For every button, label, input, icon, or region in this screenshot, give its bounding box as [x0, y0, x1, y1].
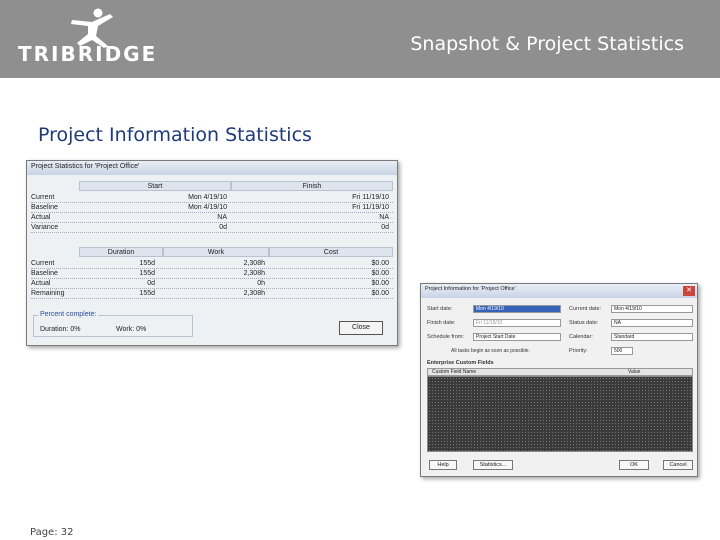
- percent-complete-group: Percent complete: Duration: 0% Work: 0%: [33, 311, 193, 337]
- priority-stepper[interactable]: 500: [611, 347, 633, 355]
- work-value: 0h: [257, 280, 265, 287]
- finish-column-header: Finish: [231, 181, 393, 191]
- totals-table: Current 155d 2,308h $0.00 Baseline 155d …: [31, 259, 393, 299]
- ok-button[interactable]: OK: [619, 460, 649, 470]
- schedule-note: All tasks begin as soon as possible.: [451, 348, 530, 354]
- start-column-header: Start: [79, 181, 231, 191]
- statistics-button[interactable]: Statistics...: [473, 460, 513, 470]
- row-label: Baseline: [31, 270, 58, 277]
- row-label: Current: [31, 260, 55, 267]
- header-band: TRIBRIDGE Snapshot & Project Statistics: [0, 0, 720, 78]
- finish-date-field[interactable]: Fri 11/19/10: [473, 319, 561, 327]
- start-date-field[interactable]: Mon 4/19/10: [473, 305, 561, 313]
- row-label: Baseline: [31, 204, 58, 211]
- current-date-field[interactable]: Mon 4/19/10: [611, 305, 693, 313]
- row-label: Current: [31, 194, 55, 201]
- work-column-header: Work: [163, 247, 269, 257]
- section-title: Project Information Statistics: [38, 124, 312, 146]
- cost-value: $0.00: [371, 290, 389, 297]
- work-value: 2,308h: [243, 290, 265, 297]
- cancel-button[interactable]: Cancel: [663, 460, 693, 470]
- value-header: Value: [628, 369, 641, 375]
- table-row: Baseline Mon 4/19/10 Fri 11/19/10: [31, 203, 393, 213]
- finish-value: NA: [379, 214, 389, 221]
- calendar-label: Calendar:: [569, 334, 593, 340]
- table-row: Actual 0d 0h $0.00: [31, 279, 393, 289]
- duration-value: 0d: [147, 280, 155, 287]
- start-value: NA: [217, 214, 227, 221]
- work-value: 2,308h: [243, 260, 265, 267]
- close-icon[interactable]: ✕: [683, 286, 695, 296]
- finish-value: Fri 11/19/10: [352, 204, 389, 211]
- table-row: Baseline 155d 2,308h $0.00: [31, 269, 393, 279]
- duration-value: 155d: [139, 290, 155, 297]
- row-label: Remaining: [31, 290, 65, 297]
- logo-wordmark: TRIBRIDGE: [18, 42, 158, 66]
- finish-value: Fri 11/19/10: [352, 194, 389, 201]
- info-dialog-title: Project Information for 'Project Office': [421, 284, 697, 298]
- cost-column-header: Cost: [269, 247, 393, 257]
- start-value: 0d: [219, 224, 227, 231]
- slide-title: Snapshot & Project Statistics: [410, 33, 684, 55]
- help-button[interactable]: Help: [429, 460, 457, 470]
- row-label: Variance: [31, 224, 59, 231]
- close-button[interactable]: Close: [339, 321, 383, 335]
- finish-date-label: Finish date:: [427, 320, 456, 326]
- start-value: Mon 4/19/10: [188, 194, 227, 201]
- current-date-label: Current date:: [569, 306, 602, 312]
- table-row: Variance 0d 0d: [31, 223, 393, 233]
- work-value: 2,308h: [243, 270, 265, 277]
- table-row: Actual NA NA: [31, 213, 393, 223]
- status-date-label: Status date:: [569, 320, 599, 326]
- dates-table: Current Mon 4/19/10 Fri 11/19/10 Baselin…: [31, 193, 393, 233]
- page-number: Page: 32: [30, 527, 74, 538]
- percent-complete-legend: Percent complete:: [38, 311, 99, 318]
- custom-fields-header: Custom Field Name Value: [427, 368, 693, 376]
- status-date-field[interactable]: NA: [611, 319, 693, 327]
- work-percent: Work: 0%: [116, 326, 147, 333]
- row-label: Actual: [31, 280, 51, 287]
- cost-value: $0.00: [371, 270, 389, 277]
- table-row: Current Mon 4/19/10 Fri 11/19/10: [31, 193, 393, 203]
- priority-label: Priority:: [569, 348, 588, 354]
- schedule-from-select[interactable]: Project Start Date: [473, 333, 561, 341]
- cost-value: $0.00: [371, 260, 389, 267]
- project-statistics-dialog: Project Statistics for 'Project Office' …: [26, 160, 398, 346]
- calendar-select[interactable]: Standard: [611, 333, 693, 341]
- schedule-from-label: Schedule from:: [427, 334, 464, 340]
- cost-value: $0.00: [371, 280, 389, 287]
- start-date-label: Start date:: [427, 306, 453, 312]
- duration-percent: Duration: 0%: [40, 326, 81, 333]
- table-row: Current 155d 2,308h $0.00: [31, 259, 393, 269]
- stats-dialog-title: Project Statistics for 'Project Office': [27, 161, 397, 175]
- custom-fields-grid[interactable]: [427, 376, 693, 452]
- duration-value: 155d: [139, 270, 155, 277]
- duration-value: 155d: [139, 260, 155, 267]
- row-label: Actual: [31, 214, 51, 221]
- enterprise-fields-label: Enterprise Custom Fields: [427, 360, 494, 366]
- start-value: Mon 4/19/10: [188, 204, 227, 211]
- table-row: Remaining 155d 2,308h $0.00: [31, 289, 393, 299]
- duration-column-header: Duration: [79, 247, 163, 257]
- finish-value: 0d: [381, 224, 389, 231]
- custom-field-name-header: Custom Field Name: [432, 369, 477, 375]
- project-information-dialog: Project Information for 'Project Office'…: [420, 283, 698, 477]
